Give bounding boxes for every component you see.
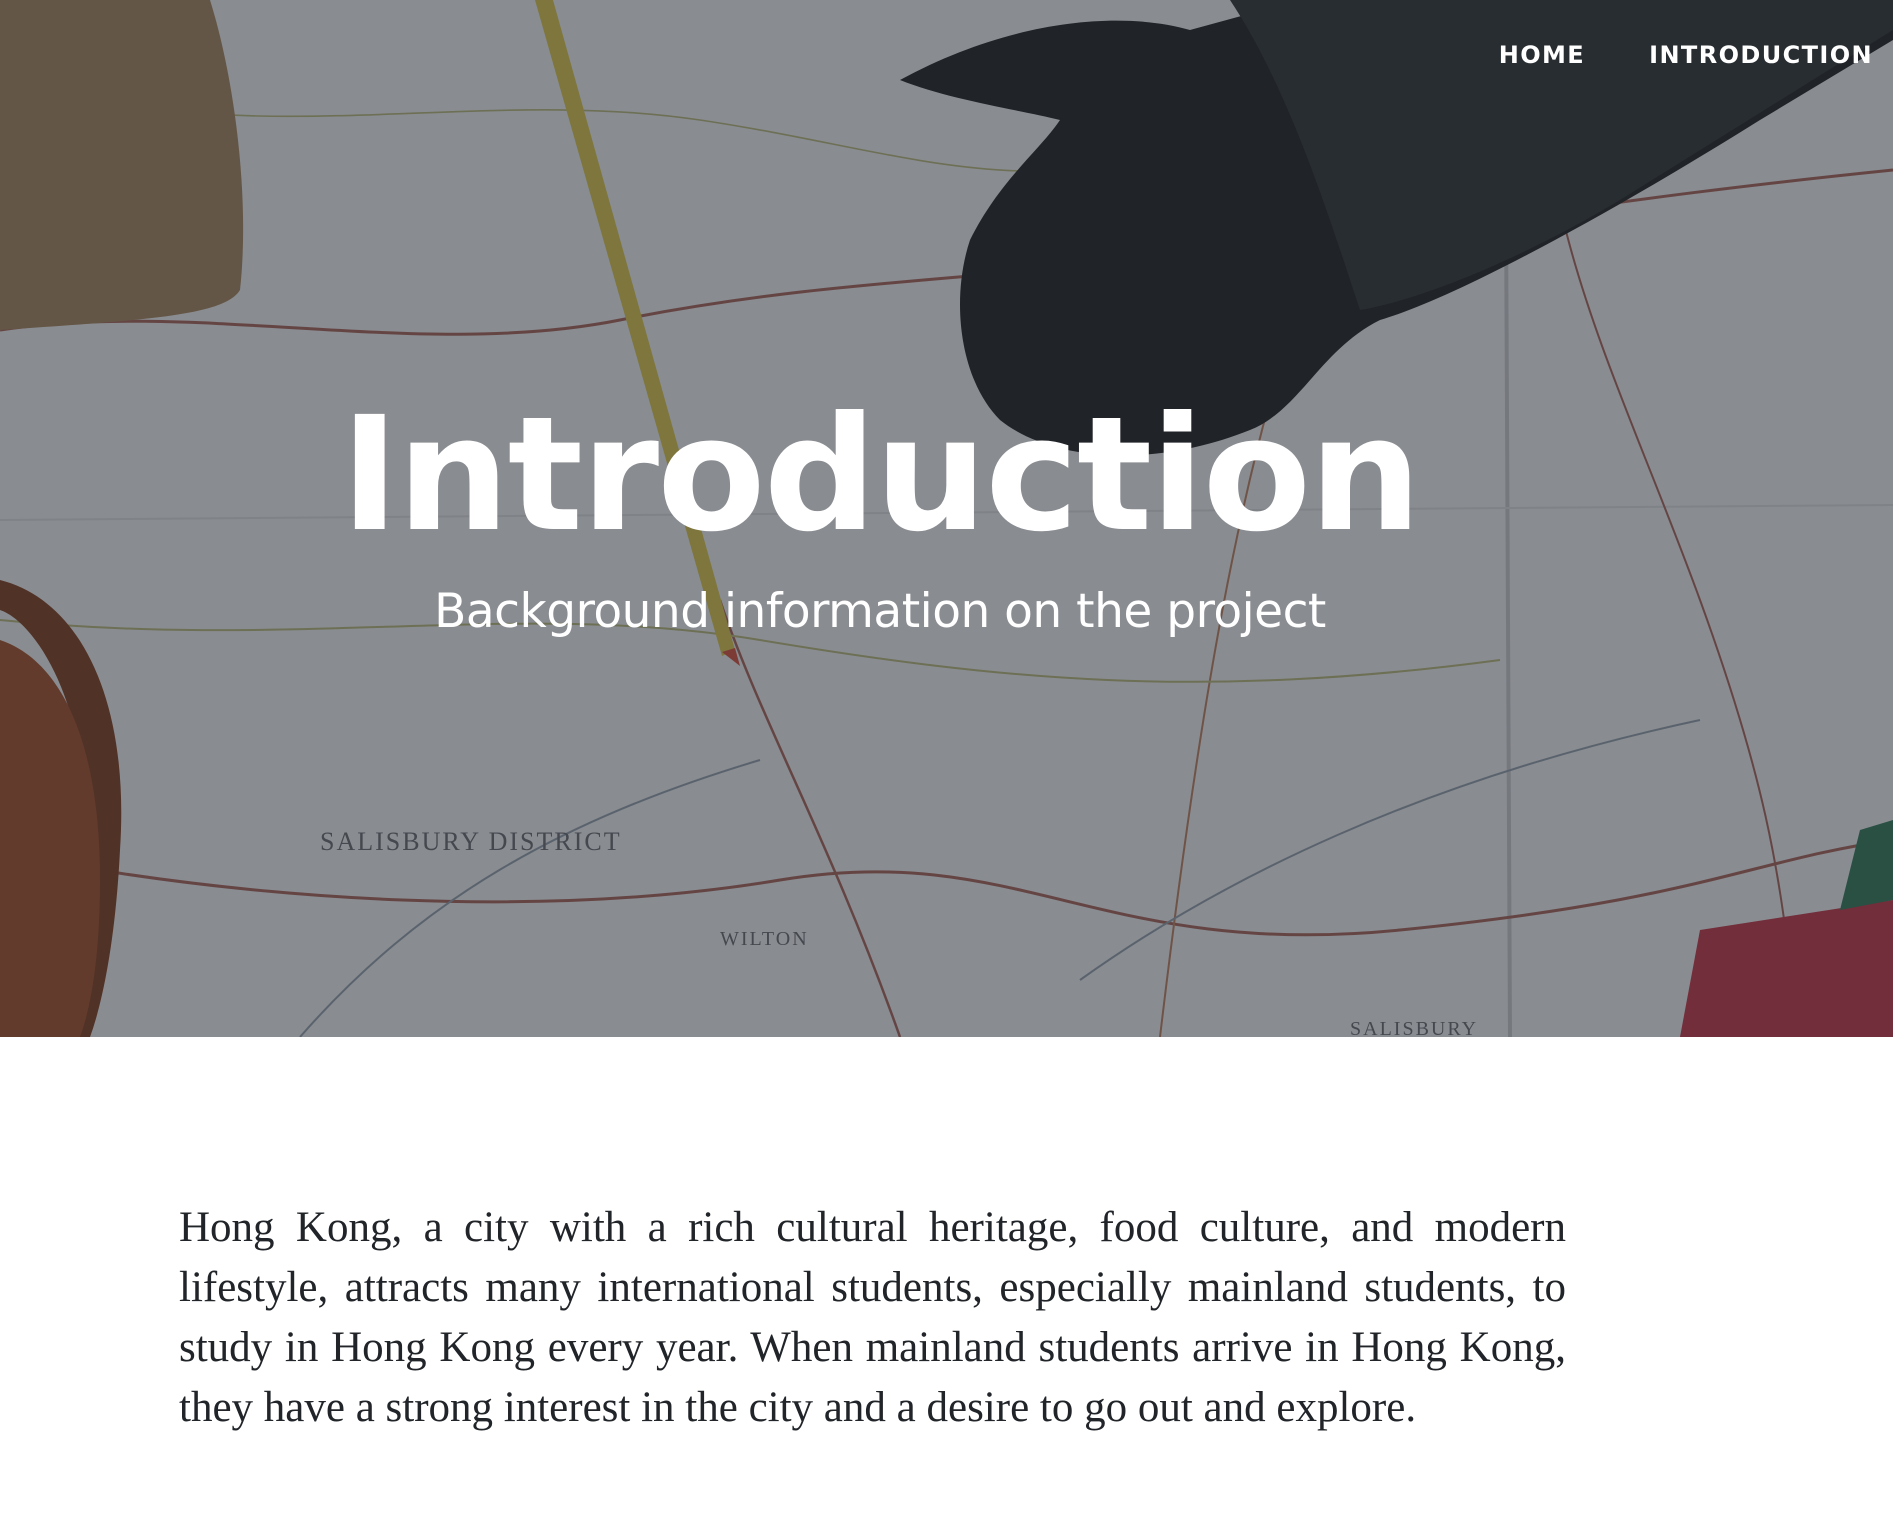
top-nav: HOME INTRODUCTION — [1499, 40, 1873, 70]
page-subtitle: Background information on the project — [434, 584, 1326, 639]
intro-paragraph: Hong Kong, a city with a rich cultural h… — [179, 1204, 1566, 1431]
nav-link-home[interactable]: HOME — [1499, 40, 1585, 70]
hero-header: SALISBURY DISTRICT WILTON SALISBURY HOME… — [0, 0, 1893, 1037]
nav-link-introduction[interactable]: INTRODUCTION — [1649, 40, 1873, 70]
page-title: Introduction — [340, 383, 1421, 567]
main-content: Hong Kong, a city with a rich cultural h… — [179, 1198, 1566, 1438]
